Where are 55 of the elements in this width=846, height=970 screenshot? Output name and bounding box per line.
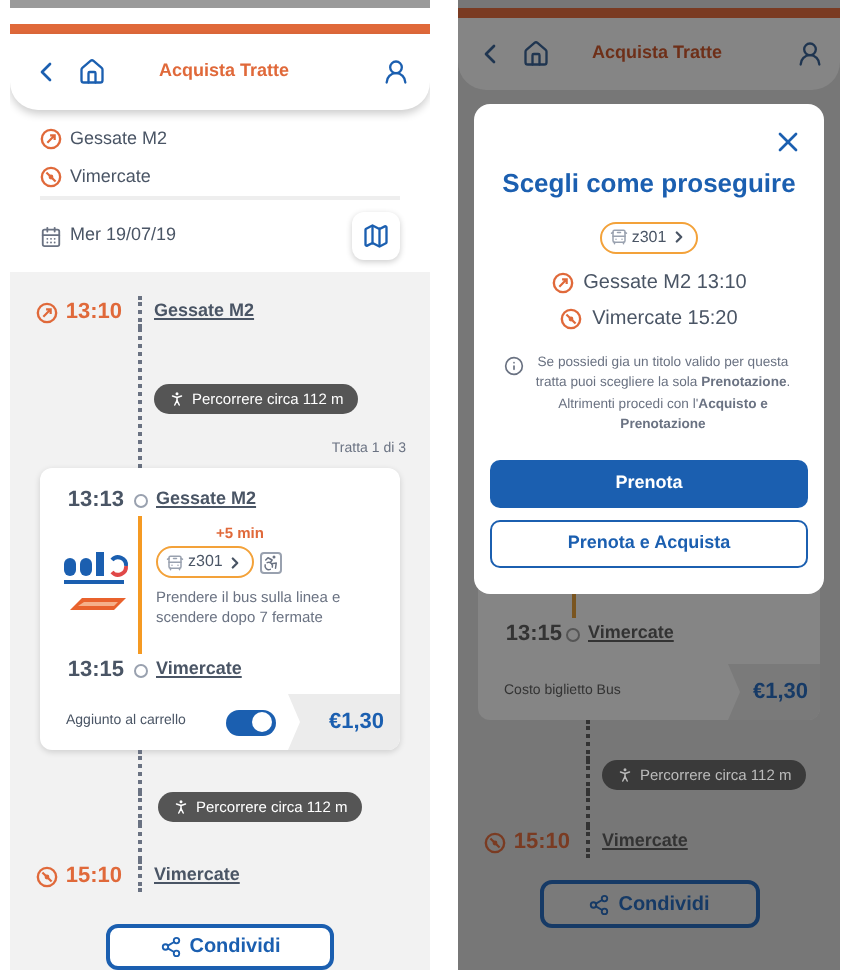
stop-marker — [566, 627, 580, 641]
target-circle-icon — [483, 831, 506, 853]
info-icon — [503, 355, 523, 375]
share-button[interactable]: Condividi — [106, 924, 334, 970]
stop-marker — [133, 493, 147, 507]
arrow-circle-icon — [40, 128, 62, 150]
secondary-button[interactable]: Prenota e Acquista — [490, 519, 808, 567]
line-number: z301 — [188, 550, 223, 574]
share-icon — [159, 936, 182, 958]
target-circle-icon — [40, 166, 62, 188]
arrow-circle-icon — [35, 301, 58, 323]
user-icon[interactable] — [382, 58, 410, 86]
departure-stop: Gessate M2 — [154, 298, 255, 325]
end-time: 13:15 — [503, 619, 562, 650]
arrival-time: 15:10 — [513, 827, 570, 858]
end-stop: Vimercate — [156, 656, 242, 683]
home-icon[interactable] — [522, 40, 550, 68]
date-text: Mer 19/07/19 — [70, 222, 179, 249]
person-icon — [168, 390, 186, 408]
map-icon — [362, 222, 390, 250]
screen-title: Acquista Tratte — [156, 58, 292, 85]
departure-time: 13:10 — [65, 297, 122, 328]
person-icon — [616, 766, 634, 784]
cart-toggle[interactable] — [226, 709, 276, 735]
person-icon — [172, 798, 190, 816]
arrival-stop: Vimercate — [602, 828, 688, 855]
target-circle-icon — [35, 865, 58, 887]
target-circle-icon — [560, 308, 583, 330]
primary-button[interactable]: Prenota — [490, 459, 808, 507]
share-icon — [588, 893, 611, 915]
line-badge[interactable]: z301 — [599, 221, 699, 253]
arrival-stop: Vimercate — [154, 862, 240, 889]
dialog-title: Scegli come proseguire — [502, 166, 796, 202]
line-number: z301 — [631, 225, 667, 249]
end-stop: Vimercate — [588, 620, 674, 647]
start-time: 13:13 — [65, 485, 124, 516]
arrow-circle-icon — [551, 272, 574, 294]
dialog-origin: Gessate M2 13:10 — [583, 270, 747, 298]
bus-icon — [166, 553, 184, 571]
origin-text: Gessate M2 — [70, 125, 168, 152]
destination-text: Vimercate — [70, 163, 151, 190]
bus-icon — [609, 228, 628, 246]
end-time: 13:15 — [65, 655, 124, 686]
arrival-time: 15:10 — [65, 861, 122, 892]
screen-title: Acquista Tratte — [589, 40, 725, 67]
map-button[interactable] — [352, 212, 400, 260]
stop-marker — [133, 663, 147, 677]
price-tag: €1,30 — [728, 664, 820, 720]
line-badge[interactable]: z301 — [156, 546, 255, 578]
home-icon[interactable] — [78, 58, 106, 86]
start-stop: Gessate M2 — [156, 486, 257, 513]
dialog-destination: Vimercate 15:20 — [592, 306, 738, 334]
user-icon[interactable] — [796, 40, 824, 68]
price-tag: €1,30 — [288, 694, 400, 750]
calendar-icon — [40, 225, 62, 247]
